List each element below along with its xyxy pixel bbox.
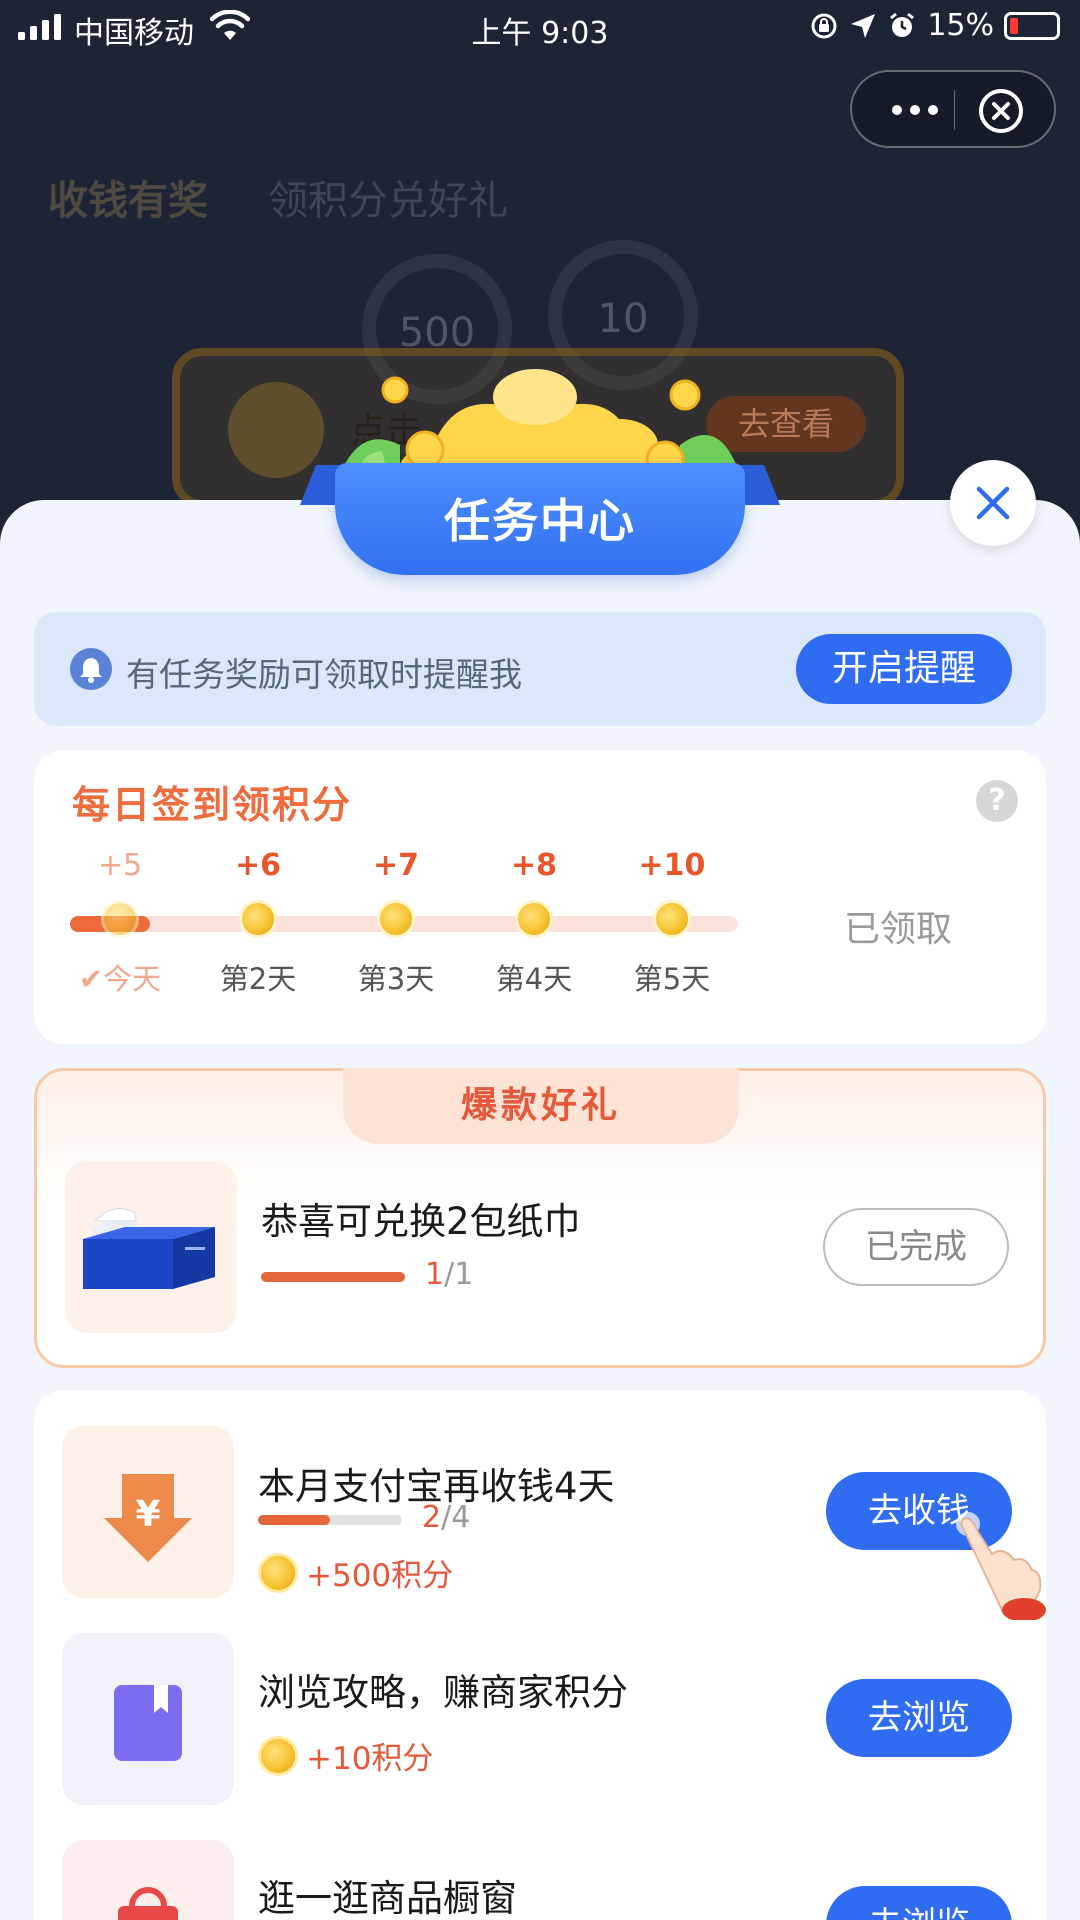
go-browse-button[interactable]: 去浏览 <box>826 1886 1012 1920</box>
day-points: +8 <box>510 848 557 883</box>
signin-day: +5 ✔今天 <box>55 848 185 998</box>
task-title: 逛一逛商品橱窗 <box>258 1877 517 1920</box>
day-points: +10 <box>638 848 706 883</box>
gift-progress-fill <box>261 1272 405 1282</box>
day-label: 第4天 <box>495 962 573 996</box>
status-bar: 中国移动 上午 9:03 15% <box>0 0 1080 56</box>
completed-button[interactable]: 已完成 <box>823 1208 1009 1286</box>
hot-gifts-tab: 爆款好礼 <box>343 1068 739 1144</box>
signin-day: +8 第4天 <box>469 848 599 998</box>
location-icon <box>851 13 876 38</box>
signin-day: +7 第3天 <box>331 848 461 998</box>
hot-gifts-card: 爆款好礼 恭喜可兑换2包纸巾 1/1 已完成 <box>34 1068 1046 1368</box>
task-progress-count: 2/4 <box>422 1500 471 1535</box>
gift-progress-count: 1/1 <box>425 1257 474 1292</box>
go-browse-button[interactable]: 去浏览 <box>826 1679 1012 1757</box>
coin-icon <box>258 1552 298 1593</box>
gift-progress-bar <box>261 1272 405 1282</box>
day-label: 第5天 <box>633 962 711 996</box>
svg-text:¥: ¥ <box>135 1494 160 1535</box>
battery-percent: 15% <box>927 8 994 43</box>
bookmark-icon <box>62 1633 234 1805</box>
coin-icon <box>239 900 277 938</box>
task-progress-fill <box>258 1515 330 1525</box>
orientation-lock-icon <box>811 13 837 38</box>
battery-icon <box>1004 11 1060 40</box>
reminder-bar: 有任务奖励可领取时提醒我 开启提醒 <box>34 612 1046 726</box>
task-center-header: 任务中心 <box>300 355 780 575</box>
gift-title: 恭喜可兑换2包纸巾 <box>261 1200 581 1243</box>
coin-icon <box>653 900 691 938</box>
yuan-arrow-icon: ¥ <box>62 1426 234 1598</box>
claimed-status: 已领取 <box>844 909 953 950</box>
close-button[interactable] <box>950 460 1036 546</box>
coin-icon <box>377 900 415 938</box>
day-label: ✔今天 <box>78 962 162 996</box>
day-points: +7 <box>372 848 419 883</box>
enable-reminder-button[interactable]: 开启提醒 <box>796 634 1012 704</box>
day-label: 第2天 <box>219 962 297 996</box>
coin-icon <box>515 900 553 938</box>
signin-day: +6 第2天 <box>193 848 323 998</box>
task-progress-bar <box>258 1515 402 1525</box>
day-label: 第3天 <box>357 962 435 996</box>
day-points: +5 <box>97 848 143 883</box>
coin-icon <box>101 900 139 938</box>
task-title: 浏览攻略，赚商家积分 <box>258 1671 628 1714</box>
bg-title: 收钱有奖 <box>48 178 208 224</box>
task-list-card: ¥ 本月支付宝再收钱4天 2/4 +500积分 去收钱 浏览攻略，赚商家积分 +… <box>34 1390 1046 1920</box>
task-reward: +10积分 <box>258 1733 433 1778</box>
pointing-hand-icon <box>956 1512 1046 1620</box>
signin-title: 每日签到领积分 <box>72 783 353 827</box>
signin-day: +10 第5天 <box>607 848 737 998</box>
page-title: 任务中心 <box>444 494 636 548</box>
daily-signin-card: 每日签到领积分 ? +5 ✔今天 +6 第2天 +7 第3天 +8 第4天 +1… <box>34 750 1046 1044</box>
bg-subtitle: 领积分兑好礼 <box>268 178 508 224</box>
reminder-text: 有任务奖励可领取时提醒我 <box>126 655 522 694</box>
task-reward: +500积分 <box>258 1550 453 1595</box>
shopping-bag-icon <box>62 1840 234 1920</box>
coin-icon <box>258 1735 298 1776</box>
help-icon[interactable]: ? <box>976 780 1018 822</box>
close-icon <box>976 486 1010 520</box>
day-points: +6 <box>234 848 281 883</box>
bell-icon <box>70 648 112 690</box>
alarm-icon <box>890 12 915 37</box>
tissue-product-image <box>65 1161 237 1333</box>
check-icon: ✔ <box>78 962 104 996</box>
